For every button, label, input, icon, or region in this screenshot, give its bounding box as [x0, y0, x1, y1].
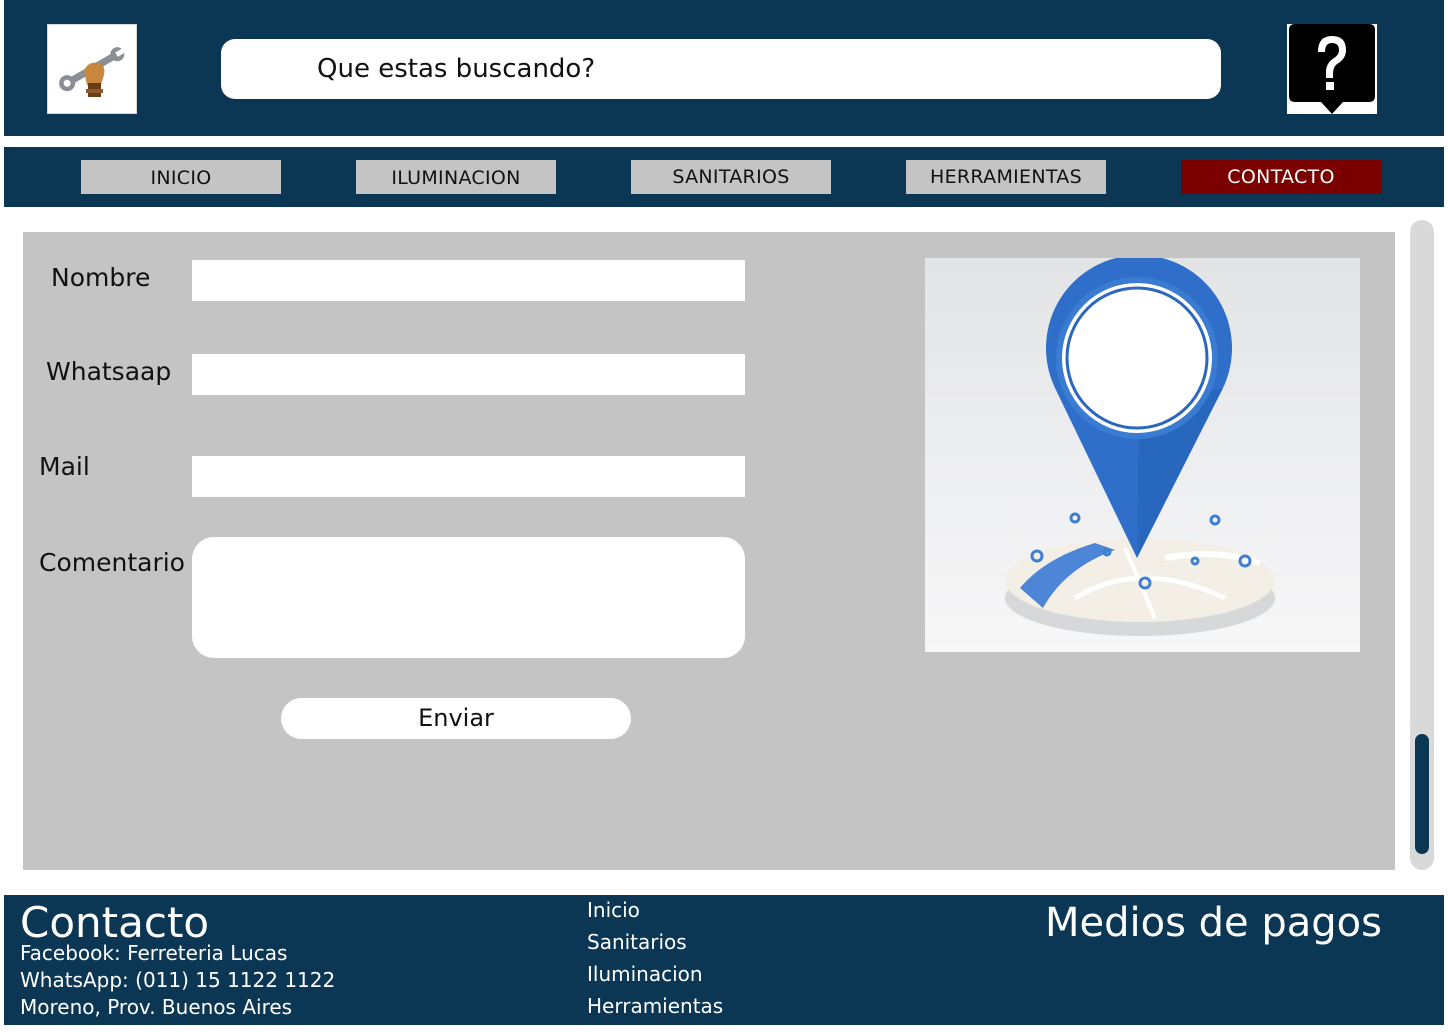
mail-label: Mail: [39, 452, 90, 481]
mail-field[interactable]: [192, 456, 745, 497]
whatsapp-field[interactable]: [192, 354, 745, 395]
footer-link-iluminacion[interactable]: Iluminacion: [587, 961, 703, 987]
question-mark-icon: [1289, 24, 1375, 114]
store-logo[interactable]: [47, 24, 137, 114]
comentario-field[interactable]: [192, 537, 745, 658]
footer-link-inicio[interactable]: Inicio: [587, 897, 640, 923]
nav-contacto[interactable]: CONTACTO: [1181, 160, 1381, 194]
help-button[interactable]: [1287, 24, 1377, 114]
contact-whatsapp: WhatsApp: (011) 15 1122 1122: [20, 968, 336, 992]
whatsapp-label: Whatsaap: [46, 357, 172, 386]
search-input[interactable]: Que estas buscando?: [221, 39, 1221, 99]
footer-link-herramientas[interactable]: Herramientas: [587, 993, 723, 1019]
nombre-field[interactable]: [192, 260, 745, 301]
nav-iluminacion[interactable]: ILUMINACION: [356, 160, 556, 194]
nav-sanitarios[interactable]: SANITARIOS: [631, 160, 831, 194]
nav-inicio[interactable]: INICIO: [81, 160, 281, 194]
contact-address: Moreno, Prov. Buenos Aires: [20, 995, 293, 1019]
payments-title: Medios de pagos: [1045, 900, 1382, 946]
enviar-button[interactable]: Enviar: [281, 698, 631, 739]
nav-herramientas[interactable]: HERRAMIENTAS: [906, 160, 1106, 194]
comentario-label: Comentario: [39, 548, 185, 577]
location-pin-icon: [1005, 255, 1275, 636]
scrollbar-thumb[interactable]: [1415, 734, 1429, 854]
contact-facebook: Facebook: Ferreteria Lucas: [20, 941, 288, 965]
footer-link-sanitarios[interactable]: Sanitarios: [587, 929, 687, 955]
location-map-image: [925, 255, 1360, 652]
hand-wrench-icon: [59, 47, 125, 97]
nombre-label: Nombre: [51, 263, 151, 292]
